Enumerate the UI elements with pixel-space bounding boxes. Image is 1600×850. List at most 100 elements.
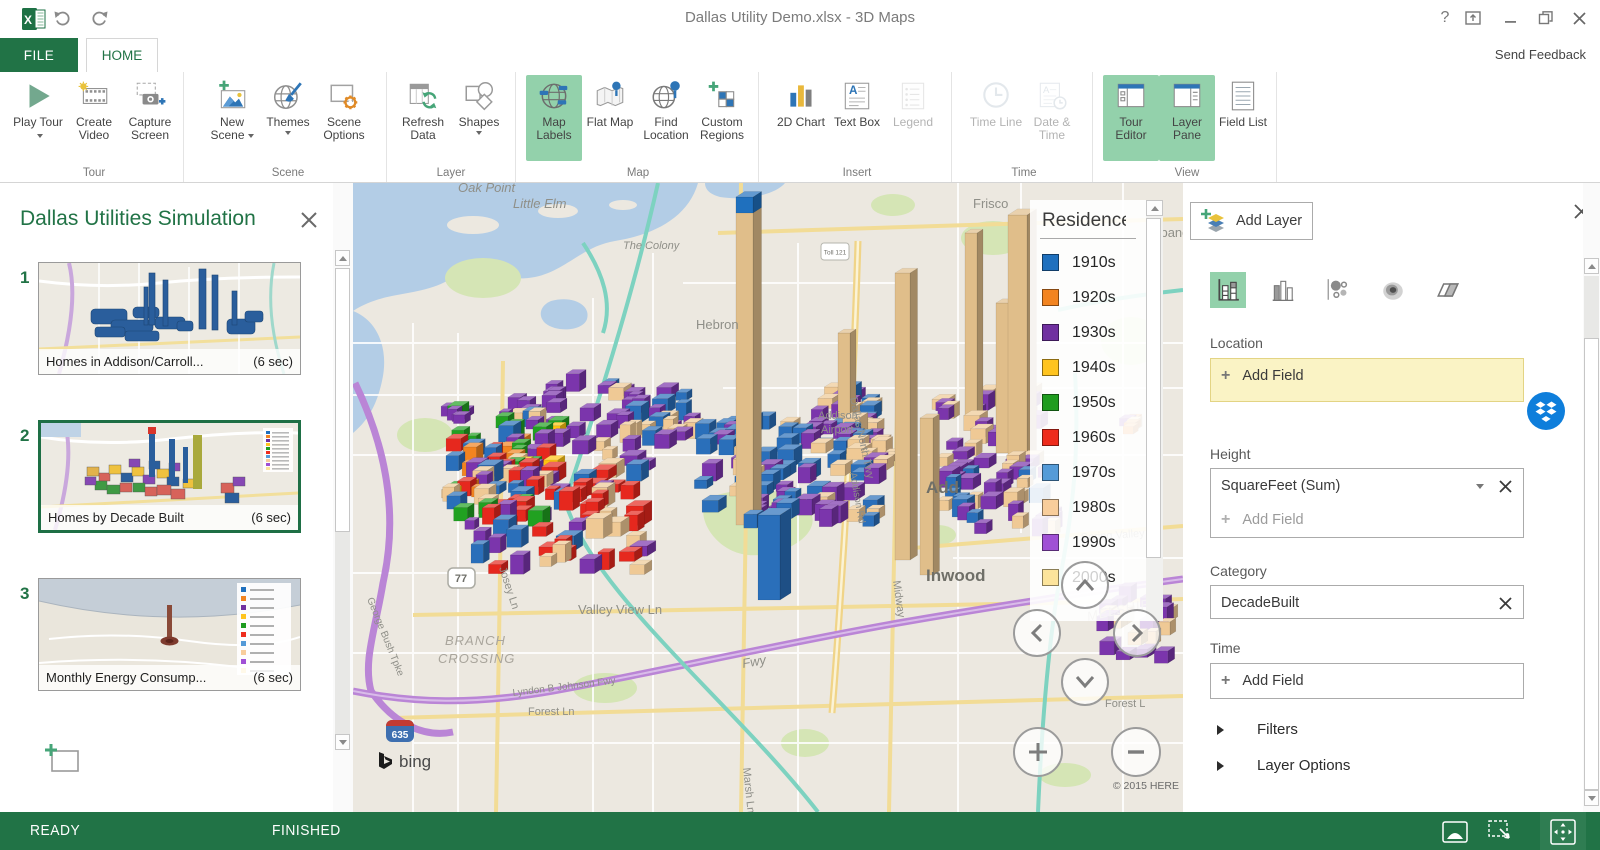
tour-panel-close-button[interactable]: [299, 210, 321, 232]
viz-bubble-button[interactable]: [1320, 272, 1356, 308]
legend-scrollbar[interactable]: [1146, 200, 1163, 621]
viz-stacked-column-button[interactable]: [1210, 272, 1246, 308]
new-scene-button[interactable]: New Scene: [204, 75, 260, 161]
height-field[interactable]: SquareFeet (Sum) + Add Field: [1210, 468, 1524, 538]
tour-editor-button[interactable]: Tour Editor: [1103, 75, 1159, 161]
tour-panel-scrollbar[interactable]: [333, 183, 353, 812]
send-feedback-link[interactable]: Send Feedback: [1495, 47, 1586, 62]
window-title: Dallas Utility Demo.xlsx - 3D Maps: [684, 9, 916, 26]
scene-number: 2: [20, 426, 30, 445]
tilt-up-button[interactable]: [1061, 561, 1109, 609]
remove-field-icon[interactable]: [1498, 596, 1513, 611]
remove-field-icon[interactable]: [1498, 479, 1513, 494]
ribbon-tab-row: FILE HOME Send Feedback: [0, 38, 1600, 72]
svg-text:A: A: [1043, 85, 1050, 96]
ribbon-group-scene: New Scene Themes Scene Options Scene: [184, 72, 387, 182]
legend-scroll-up[interactable]: [1146, 200, 1163, 216]
flat-map-icon: [593, 79, 627, 113]
redo-button[interactable]: [86, 5, 114, 31]
add-layer-button[interactable]: Add Layer: [1190, 202, 1313, 240]
label-forest-ln: Forest Ln: [528, 706, 574, 718]
viz-region-button[interactable]: [1430, 272, 1466, 308]
layer-options-section-toggle[interactable]: Layer Options: [1217, 757, 1350, 774]
date-time-button: A Date & Time: [1024, 75, 1080, 161]
capture-screen-button[interactable]: Capture Screen: [122, 75, 178, 161]
rotate-right-button[interactable]: [1113, 609, 1161, 657]
scrollbar-thumb[interactable]: [335, 268, 350, 532]
tour-title: Dallas Utilities Simulation: [20, 207, 256, 230]
tilt-down-button[interactable]: [1061, 658, 1109, 706]
location-field[interactable]: + Add Field: [1210, 358, 1524, 402]
time-field[interactable]: + Add Field: [1210, 663, 1524, 699]
add-scene-button[interactable]: [44, 743, 80, 773]
flat-view-toggle[interactable]: [1440, 819, 1470, 845]
pan-mode-button[interactable]: [1548, 819, 1578, 845]
legend-icon: [896, 79, 930, 113]
flat-map-button[interactable]: Flat Map: [582, 75, 638, 161]
label-branch-crossing: BRANCH: [445, 633, 506, 648]
group-label-map: Map: [626, 167, 650, 179]
tab-file[interactable]: FILE: [0, 38, 78, 72]
label-addison-airport: Airport: [821, 424, 853, 436]
legend-swatch: [1042, 289, 1059, 306]
scroll-up-button[interactable]: [1584, 258, 1599, 274]
shapes-button[interactable]: Shapes: [451, 75, 507, 161]
scroll-up-button[interactable]: [335, 250, 350, 266]
legend-item: 1940s: [1030, 350, 1146, 385]
legend-item: 1930s: [1030, 315, 1146, 350]
text-box-button[interactable]: A Text Box: [829, 75, 885, 161]
dropbox-badge-icon[interactable]: [1526, 391, 1566, 431]
dropdown-caret-icon[interactable]: [1476, 483, 1484, 489]
zoom-in-button[interactable]: [1013, 727, 1063, 777]
height-value-row[interactable]: SquareFeet (Sum): [1211, 469, 1523, 503]
tab-home[interactable]: HOME: [86, 38, 158, 72]
minimize-button[interactable]: [1498, 6, 1524, 30]
scene-thumbnail-3[interactable]: Monthly Energy Consump... (6 sec): [38, 578, 301, 691]
legend-swatch: [1042, 569, 1059, 586]
height-add-field-row[interactable]: + Add Field: [1211, 503, 1523, 537]
map-viewport[interactable]: Oak Point Little Elm Frisco The Colony L…: [353, 183, 1183, 812]
restore-button[interactable]: [1533, 6, 1559, 30]
zoom-out-button[interactable]: [1111, 727, 1161, 777]
find-location-icon: [649, 79, 683, 113]
legend-scroll-thumb[interactable]: [1146, 218, 1161, 558]
popout-button[interactable]: [1460, 6, 1486, 30]
help-button[interactable]: ?: [1432, 6, 1458, 30]
create-video-button[interactable]: Create Video: [66, 75, 122, 161]
rotate-left-button[interactable]: [1013, 609, 1061, 657]
undo-button[interactable]: [48, 5, 76, 31]
ribbon: Play Tour Create Video Capture Screen To…: [0, 72, 1600, 183]
group-label-insert: Insert: [842, 167, 872, 179]
scroll-down-button[interactable]: [1584, 790, 1599, 806]
viz-clustered-column-button[interactable]: [1265, 272, 1301, 308]
layer-pane-scrollbar[interactable]: [1583, 183, 1600, 812]
play-tour-button[interactable]: Play Tour: [10, 75, 66, 161]
category-field[interactable]: DecadeBuilt: [1210, 585, 1524, 619]
custom-regions-button[interactable]: Custom Regions: [694, 75, 750, 161]
field-list-button[interactable]: Field List: [1215, 75, 1271, 161]
map-legend[interactable]: Residence 1910s 1920s 1930s 1940s 1950s …: [1030, 200, 1163, 621]
map-labels-button[interactable]: Map Labels: [526, 75, 582, 161]
legend-swatch: [1042, 324, 1059, 341]
legend-item: 1950s: [1030, 385, 1146, 420]
refresh-data-button[interactable]: Refresh Data: [395, 75, 451, 161]
selection-mode-button[interactable]: [1486, 819, 1516, 845]
status-finished: FINISHED: [272, 822, 341, 839]
close-button[interactable]: [1566, 6, 1592, 30]
scrollbar-thumb[interactable]: [1584, 338, 1599, 790]
legend-button: Legend: [885, 75, 941, 161]
scene-options-button[interactable]: Scene Options: [316, 75, 372, 161]
scroll-down-button[interactable]: [335, 734, 350, 750]
scene-thumbnail-1[interactable]: Homes in Addison/Carroll... (6 sec): [38, 262, 301, 375]
themes-button[interactable]: Themes: [260, 75, 316, 161]
heatmap-icon: [1383, 282, 1403, 300]
label-valley-view-ln: Valley View Ln: [578, 602, 662, 617]
layer-pane-button[interactable]: Layer Pane: [1159, 75, 1215, 161]
legend-swatch: [1042, 499, 1059, 516]
find-location-button[interactable]: Find Location: [638, 75, 694, 161]
scene-thumbnail-2-selected[interactable]: Homes by Decade Built (6 sec): [38, 420, 301, 533]
2d-chart-button[interactable]: 2D Chart: [773, 75, 829, 161]
filters-section-toggle[interactable]: Filters: [1217, 721, 1298, 738]
pan-icon: [1550, 819, 1576, 845]
viz-heatmap-button[interactable]: [1375, 272, 1411, 308]
